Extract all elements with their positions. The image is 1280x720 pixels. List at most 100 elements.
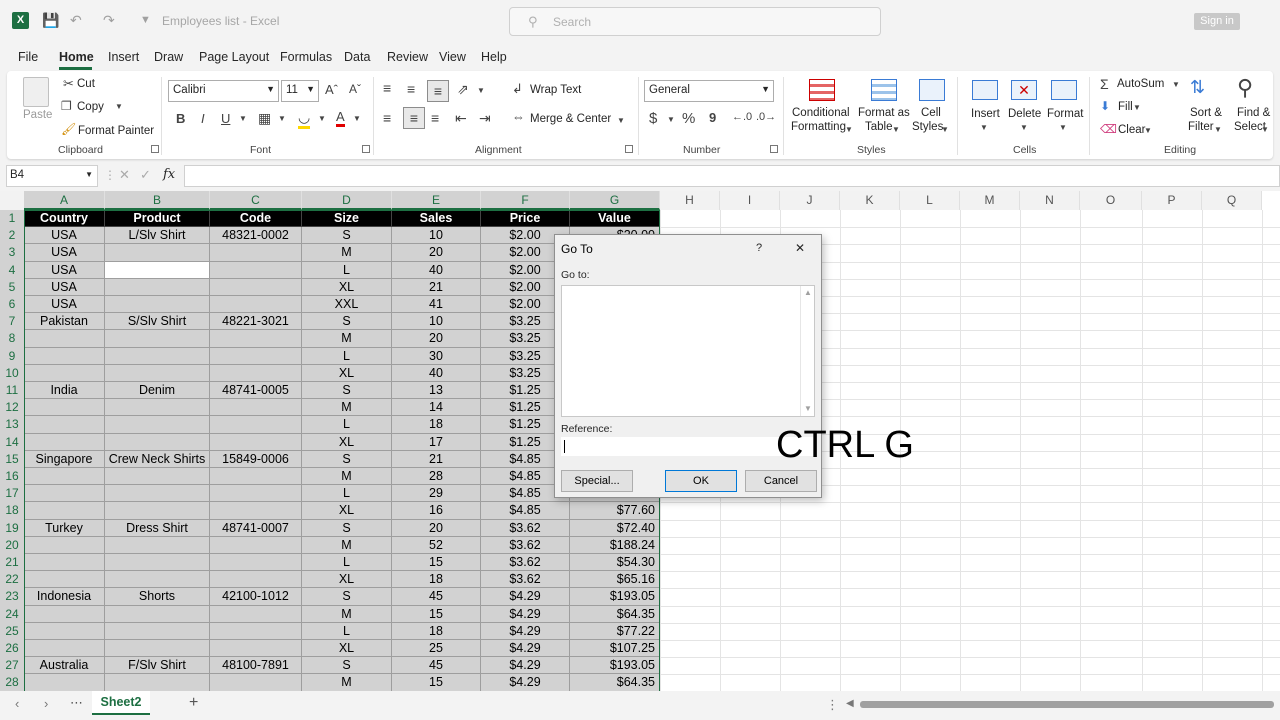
table-cell[interactable]: [210, 554, 302, 572]
table-cell[interactable]: [105, 468, 210, 486]
table-cell[interactable]: [24, 347, 105, 365]
table-cell[interactable]: L/Slv Shirt: [105, 227, 210, 245]
table-cell[interactable]: 48321-0002: [210, 227, 302, 245]
table-cell[interactable]: [210, 605, 302, 623]
table-cell[interactable]: Singapore: [24, 450, 105, 468]
fill-button[interactable]: Fill: [1118, 101, 1133, 113]
table-header-cell[interactable]: Size: [302, 210, 392, 228]
conditional-formatting-label-2[interactable]: Formatting: [791, 121, 846, 133]
table-cell[interactable]: [105, 622, 210, 640]
horizontal-scrollbar[interactable]: [860, 701, 1274, 708]
table-cell[interactable]: [24, 622, 105, 640]
row-header-10[interactable]: 10: [0, 364, 24, 382]
row-header-8[interactable]: 8: [0, 330, 24, 348]
row-header-26[interactable]: 26: [0, 640, 24, 658]
table-cell[interactable]: Shorts: [105, 588, 210, 606]
table-cell[interactable]: $4.29: [481, 674, 570, 691]
ok-button[interactable]: OK: [665, 470, 737, 492]
chevron-down-icon[interactable]: ▼: [1020, 123, 1028, 132]
table-cell[interactable]: [210, 468, 302, 486]
table-cell[interactable]: M: [302, 330, 392, 348]
table-cell[interactable]: [210, 399, 302, 417]
row-header-27[interactable]: 27: [0, 657, 24, 675]
increase-font-icon[interactable]: Aˆ: [325, 82, 338, 97]
table-cell[interactable]: $107.25: [570, 640, 660, 658]
row-header-18[interactable]: 18: [0, 502, 24, 520]
tab-file[interactable]: File: [18, 50, 38, 64]
table-cell[interactable]: [105, 571, 210, 589]
table-cell[interactable]: 52: [392, 536, 481, 554]
table-cell[interactable]: $77.60: [570, 502, 660, 520]
table-cell[interactable]: Australia: [24, 657, 105, 675]
number-format-select[interactable]: General ▼: [644, 80, 774, 102]
row-header-12[interactable]: 12: [0, 399, 24, 417]
format-painter-button[interactable]: Format Painter: [78, 125, 154, 137]
undo-icon[interactable]: ↶: [70, 12, 82, 29]
table-cell[interactable]: 21: [392, 278, 481, 296]
cell-styles-label[interactable]: Cell: [921, 107, 941, 119]
table-cell[interactable]: 41: [392, 296, 481, 314]
chevron-down-icon[interactable]: ▼: [477, 86, 485, 95]
row-header-23[interactable]: 23: [0, 588, 24, 606]
table-cell[interactable]: 40: [392, 364, 481, 382]
tab-help[interactable]: Help: [481, 50, 507, 64]
tab-review[interactable]: Review: [387, 50, 428, 64]
formula-input[interactable]: [184, 165, 1280, 187]
table-cell[interactable]: XL: [302, 433, 392, 451]
increase-indent-icon[interactable]: ⇥: [479, 110, 491, 127]
currency-button[interactable]: $: [649, 110, 657, 127]
table-cell[interactable]: India: [24, 382, 105, 400]
select-all-button[interactable]: [0, 191, 24, 210]
scroll-down-icon[interactable]: ▼: [804, 404, 812, 413]
table-cell[interactable]: 20: [392, 330, 481, 348]
decrease-decimal-icon[interactable]: .0→: [756, 111, 776, 123]
align-left-icon[interactable]: ≡: [383, 110, 391, 126]
row-header-25[interactable]: 25: [0, 622, 24, 640]
table-cell[interactable]: [24, 485, 105, 503]
table-cell[interactable]: [105, 364, 210, 382]
table-cell[interactable]: 48741-0007: [210, 519, 302, 537]
tab-draw[interactable]: Draw: [154, 50, 183, 64]
table-cell[interactable]: USA: [24, 227, 105, 245]
table-cell[interactable]: $4.29: [481, 605, 570, 623]
table-cell[interactable]: USA: [24, 278, 105, 296]
table-cell[interactable]: [24, 330, 105, 348]
row-header-11[interactable]: 11: [0, 382, 24, 400]
conditional-formatting-label[interactable]: Conditional: [792, 107, 850, 119]
clipboard-launcher-icon[interactable]: [151, 145, 159, 153]
row-header-13[interactable]: 13: [0, 416, 24, 434]
column-header-m[interactable]: M: [960, 191, 1020, 210]
insert-function-button[interactable]: fx: [163, 167, 175, 182]
row-header-28[interactable]: 28: [0, 674, 24, 691]
table-cell[interactable]: [210, 364, 302, 382]
scroll-right-icon[interactable]: ›: [44, 696, 48, 711]
table-cell[interactable]: [24, 674, 105, 691]
chevron-down-icon[interactable]: ▼: [318, 114, 326, 123]
cell-styles-icon[interactable]: [919, 79, 945, 101]
table-cell[interactable]: 14: [392, 399, 481, 417]
autosum-button[interactable]: AutoSum: [1117, 78, 1164, 90]
column-header-g[interactable]: G: [570, 191, 660, 210]
table-cell[interactable]: [210, 244, 302, 262]
table-cell[interactable]: [24, 364, 105, 382]
row-header-2[interactable]: 2: [0, 227, 24, 245]
conditional-formatting-icon[interactable]: [809, 79, 835, 101]
table-cell[interactable]: Turkey: [24, 519, 105, 537]
table-cell[interactable]: [24, 536, 105, 554]
table-cell[interactable]: [210, 330, 302, 348]
table-cell[interactable]: $4.29: [481, 588, 570, 606]
table-cell[interactable]: [210, 502, 302, 520]
font-color-icon[interactable]: A: [336, 109, 345, 127]
paste-button[interactable]: Paste: [23, 109, 52, 121]
tab-formulas[interactable]: Formulas: [280, 50, 332, 64]
search-input[interactable]: ⚲ Search: [509, 7, 881, 36]
chevron-down-icon[interactable]: ▼: [278, 114, 286, 123]
table-cell[interactable]: [24, 554, 105, 572]
table-cell[interactable]: $4.29: [481, 622, 570, 640]
table-cell[interactable]: S: [302, 227, 392, 245]
insert-cells-icon[interactable]: [972, 80, 998, 100]
row-header-1[interactable]: 1: [0, 210, 24, 228]
decrease-indent-icon[interactable]: ⇤: [455, 110, 467, 127]
column-header-d[interactable]: D: [302, 191, 392, 210]
borders-icon[interactable]: ▦: [258, 110, 271, 127]
